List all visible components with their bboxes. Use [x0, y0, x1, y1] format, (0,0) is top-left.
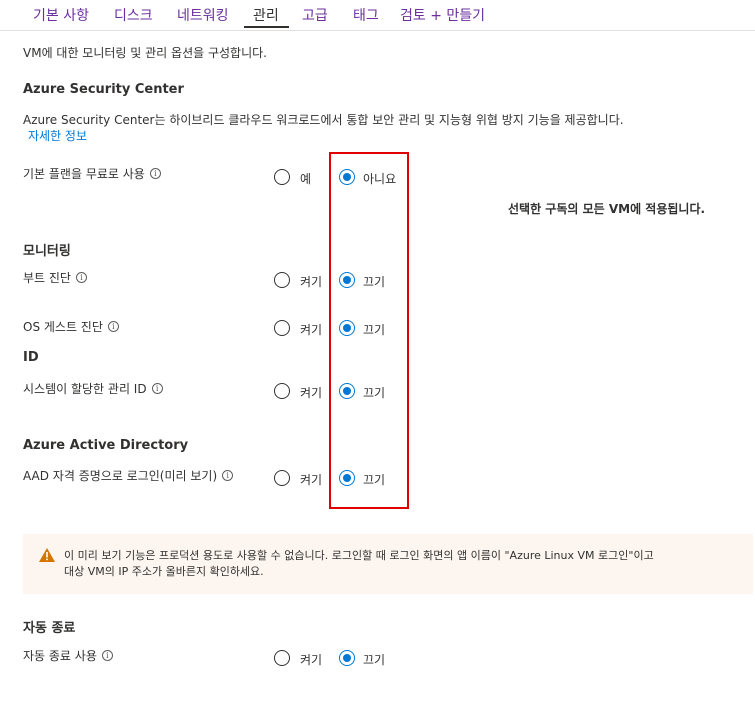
- tab-advanced[interactable]: 고급: [302, 5, 328, 25]
- highlight-box: [329, 152, 409, 509]
- auto-shutdown-heading: 자동 종료: [23, 621, 76, 636]
- free-plan-yes-label[interactable]: 예: [300, 170, 311, 187]
- info-icon[interactable]: i: [149, 168, 161, 179]
- auto-shutdown-off-radio[interactable]: [339, 650, 355, 666]
- tab-networking[interactable]: 네트워킹: [177, 5, 229, 25]
- auto-shutdown-on-radio[interactable]: [274, 650, 290, 666]
- intro-text: VM에 대한 모니터링 및 관리 옵션을 구성합니다.: [23, 46, 267, 60]
- tab-bar: 기본 사항 디스크 네트워킹 관리 고급 태그 검토 + 만들기: [0, 0, 755, 31]
- tab-review-create[interactable]: 검토 + 만들기: [400, 5, 485, 25]
- os-guest-diagnostics-on-label[interactable]: 켜기: [300, 321, 322, 338]
- security-center-description: Azure Security Center는 하이브리드 클라우드 워크로드에서…: [23, 113, 624, 127]
- auto-shutdown-on-label[interactable]: 켜기: [300, 651, 322, 668]
- managed-identity-on-radio[interactable]: [274, 383, 290, 399]
- free-plan-label: 기본 플랜을 무료로 사용 i: [23, 165, 161, 182]
- tab-basics[interactable]: 기본 사항: [33, 5, 89, 25]
- learn-more-link[interactable]: 자세한 정보: [28, 127, 87, 144]
- preview-warning-banner: 이 미리 보기 기능은 프로덕션 용도로 사용할 수 없습니다. 로그인할 때 …: [23, 534, 753, 594]
- warning-icon: [39, 548, 55, 562]
- aad-login-label: AAD 자격 증명으로 로그인(미리 보기) i: [23, 467, 234, 484]
- aad-login-on-label[interactable]: 켜기: [300, 471, 322, 488]
- tab-disks[interactable]: 디스크: [114, 5, 153, 25]
- active-tab-indicator: [244, 26, 289, 28]
- os-guest-diagnostics-label-text: OS 게스트 진단: [23, 320, 103, 334]
- boot-diagnostics-label: 부트 진단 i: [23, 269, 87, 286]
- free-plan-yes-radio[interactable]: [274, 169, 290, 185]
- aad-login-on-radio[interactable]: [274, 470, 290, 486]
- banner-line-2: 대상 VM의 IP 주소가 올바른지 확인하세요.: [64, 565, 264, 578]
- managed-identity-on-label[interactable]: 켜기: [300, 384, 322, 401]
- boot-diagnostics-on-radio[interactable]: [274, 272, 290, 288]
- managed-identity-label-text: 시스템이 할당한 관리 ID: [23, 382, 147, 396]
- aad-login-label-text: AAD 자격 증명으로 로그인(미리 보기): [23, 469, 218, 483]
- auto-shutdown-label: 자동 종료 사용 i: [23, 647, 113, 664]
- managed-identity-label: 시스템이 할당한 관리 ID i: [23, 380, 163, 397]
- free-plan-label-text: 기본 플랜을 무료로 사용: [23, 167, 145, 181]
- info-icon[interactable]: i: [101, 650, 113, 661]
- aad-heading: Azure Active Directory: [23, 438, 189, 453]
- security-center-heading: Azure Security Center: [23, 82, 184, 97]
- banner-text: 이 미리 보기 기능은 프로덕션 용도로 사용할 수 없습니다. 로그인할 때 …: [64, 548, 654, 580]
- boot-diagnostics-on-label[interactable]: 켜기: [300, 273, 322, 290]
- os-guest-diagnostics-label: OS 게스트 진단 i: [23, 318, 119, 335]
- tab-tags[interactable]: 태그: [353, 5, 379, 25]
- info-icon[interactable]: i: [107, 321, 119, 332]
- apply-all-note: 선택한 구독의 모든 VM에 적용됩니다.: [508, 202, 706, 216]
- banner-line-1: 이 미리 보기 기능은 프로덕션 용도로 사용할 수 없습니다. 로그인할 때 …: [64, 549, 654, 562]
- monitoring-heading: 모니터링: [23, 244, 71, 259]
- auto-shutdown-label-text: 자동 종료 사용: [23, 649, 97, 663]
- auto-shutdown-off-label[interactable]: 끄기: [363, 651, 385, 668]
- info-icon[interactable]: i: [151, 383, 163, 394]
- os-guest-diagnostics-on-radio[interactable]: [274, 320, 290, 336]
- info-icon[interactable]: i: [222, 470, 234, 481]
- identity-heading: ID: [23, 350, 39, 365]
- info-icon[interactable]: i: [75, 272, 87, 283]
- boot-diagnostics-label-text: 부트 진단: [23, 271, 71, 285]
- tab-management[interactable]: 관리: [253, 5, 279, 25]
